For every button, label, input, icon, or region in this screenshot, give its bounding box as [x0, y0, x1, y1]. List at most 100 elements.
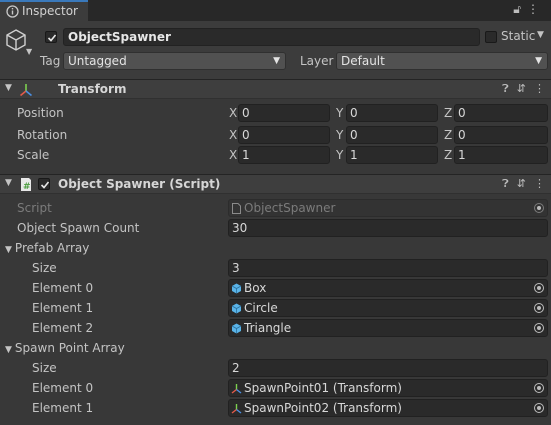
position-label: Position: [17, 106, 64, 120]
spawn-point-element-field[interactable]: SpawnPoint02 (Transform): [228, 399, 548, 417]
tag-value: Untagged: [68, 54, 127, 68]
spawn-point-array-label: Spawn Point Array: [14, 341, 125, 355]
more-icon[interactable]: ⋮: [527, 2, 545, 16]
script-icon: #: [21, 178, 31, 192]
prefab-array-foldout[interactable]: ▼ Prefab Array: [5, 241, 89, 255]
tab-bar: Inspector 🔓︎⋮: [0, 0, 551, 21]
axis-y-label: Y: [336, 106, 344, 120]
chevron-down-icon: ▼: [273, 56, 280, 66]
layer-dropdown[interactable]: Default ▼: [336, 52, 548, 70]
prefab-element-value: Circle: [244, 301, 278, 315]
prefab-element-label: Element 0: [32, 281, 94, 295]
active-checkbox[interactable]: [45, 31, 57, 43]
axis-z-label: Z: [444, 106, 453, 120]
preset-icon[interactable]: ⇵: [517, 82, 526, 95]
tab-label: Inspector: [22, 4, 78, 18]
script-field: ObjectSpawner: [228, 199, 548, 217]
transform-header[interactable]: ▼ Transform ❓︎ ⇵ ⋮: [0, 79, 551, 99]
prefab-icon: [231, 303, 242, 314]
static-label: Static: [501, 29, 536, 43]
foldout-arrow-icon[interactable]: ▼: [5, 178, 12, 188]
info-icon: [6, 5, 19, 18]
rotation-x-field[interactable]: 0: [238, 126, 330, 144]
axis-y-label: Y: [336, 148, 344, 162]
object-picker-icon[interactable]: [534, 283, 544, 293]
chevron-down-icon: ▼: [535, 56, 542, 66]
tag-dropdown[interactable]: Untagged ▼: [63, 52, 286, 70]
spawn-point-array-foldout[interactable]: ▼ Spawn Point Array: [5, 341, 125, 355]
help-icon[interactable]: ❓︎: [502, 82, 509, 95]
object-header: ▼ ObjectSpawner Static ▼ Tag Untagged ▼ …: [0, 21, 551, 79]
axis-y-label: Y: [336, 128, 344, 142]
transform-axes-icon: [19, 84, 33, 97]
tab-inspector[interactable]: Inspector: [0, 0, 88, 21]
scale-x-field[interactable]: 1: [238, 146, 330, 164]
gameobject-cube-icon[interactable]: [4, 28, 28, 52]
script-component-header[interactable]: ▼ # Object Spawner (Script) ❓︎ ⇵ ⋮: [0, 174, 551, 194]
tag-label: Tag: [40, 54, 61, 68]
icon-dropdown-arrow-icon[interactable]: ▼: [26, 47, 32, 56]
spawn-point-element-label: Element 0: [32, 381, 94, 395]
foldout-arrow-icon: ▼: [5, 245, 12, 255]
tab-toolbar: 🔓︎⋮: [513, 2, 545, 17]
prefab-element-field[interactable]: Circle: [228, 299, 548, 317]
spawn-count-field[interactable]: 30: [228, 219, 548, 237]
prefab-element-label: Element 2: [32, 321, 94, 335]
svg-text:#: #: [23, 182, 31, 192]
object-picker-icon[interactable]: [534, 323, 544, 333]
script-label: Script: [17, 201, 52, 215]
transform-title: Transform: [58, 82, 127, 96]
more-icon[interactable]: ⋮: [534, 82, 545, 95]
spawn-point-size-field[interactable]: 2: [228, 359, 548, 377]
prefab-element-field[interactable]: Box: [228, 279, 548, 297]
axis-z-label: Z: [444, 128, 453, 142]
axis-x-label: X: [229, 128, 238, 142]
component-toolbar: ❓︎ ⇵ ⋮: [494, 82, 545, 96]
script-enabled-checkbox[interactable]: [38, 178, 50, 190]
position-y-field[interactable]: 0: [346, 104, 438, 122]
axis-x-label: X: [229, 106, 238, 120]
prefab-size-label: Size: [32, 261, 57, 275]
transform-axes-icon: [231, 404, 242, 414]
object-name-field[interactable]: ObjectSpawner: [63, 28, 480, 46]
spawn-point-element-field[interactable]: SpawnPoint01 (Transform): [228, 379, 548, 397]
spawn-point-element-label: Element 1: [32, 401, 94, 415]
scale-y-field[interactable]: 1: [346, 146, 438, 164]
prefab-icon: [231, 323, 242, 334]
preset-icon[interactable]: ⇵: [517, 177, 526, 190]
object-picker-icon[interactable]: [534, 403, 544, 413]
object-picker-icon: [534, 203, 544, 213]
prefab-element-value: Box: [244, 281, 267, 295]
rotation-y-field[interactable]: 0: [346, 126, 438, 144]
prefab-element-label: Element 1: [32, 301, 94, 315]
prefab-element-field[interactable]: Triangle: [228, 319, 548, 337]
spawn-count-label: Object Spawn Count: [17, 221, 140, 235]
prefab-element-value: Triangle: [244, 321, 292, 335]
position-x-field[interactable]: 0: [238, 104, 330, 122]
checkmark-icon: [47, 34, 57, 42]
lock-icon[interactable]: 🔓︎: [513, 2, 527, 16]
axis-z-label: Z: [444, 148, 453, 162]
static-dropdown-icon[interactable]: ▼: [537, 30, 544, 40]
spawn-point-element-value: SpawnPoint01 (Transform): [244, 381, 402, 395]
transform-axes-icon: [231, 384, 242, 394]
help-icon[interactable]: ❓︎: [502, 177, 509, 190]
scale-label: Scale: [17, 148, 50, 162]
scale-z-field[interactable]: 1: [454, 146, 548, 164]
object-picker-icon[interactable]: [534, 303, 544, 313]
object-picker-icon[interactable]: [534, 383, 544, 393]
more-icon[interactable]: ⋮: [534, 177, 545, 190]
layer-label: Layer: [300, 54, 334, 68]
checkmark-icon: [40, 181, 50, 189]
spawn-point-size-label: Size: [32, 361, 57, 375]
prefab-size-field[interactable]: 3: [228, 259, 548, 277]
component-toolbar: ❓︎ ⇵ ⋮: [494, 177, 545, 191]
static-checkbox[interactable]: [485, 31, 497, 43]
script-value: ObjectSpawner: [244, 201, 336, 215]
foldout-arrow-icon[interactable]: ▼: [5, 83, 12, 93]
axis-x-label: X: [229, 148, 238, 162]
rotation-z-field[interactable]: 0: [454, 126, 548, 144]
prefab-array-label: Prefab Array: [14, 241, 90, 255]
position-z-field[interactable]: 0: [454, 104, 548, 122]
script-file-icon: [232, 203, 241, 214]
